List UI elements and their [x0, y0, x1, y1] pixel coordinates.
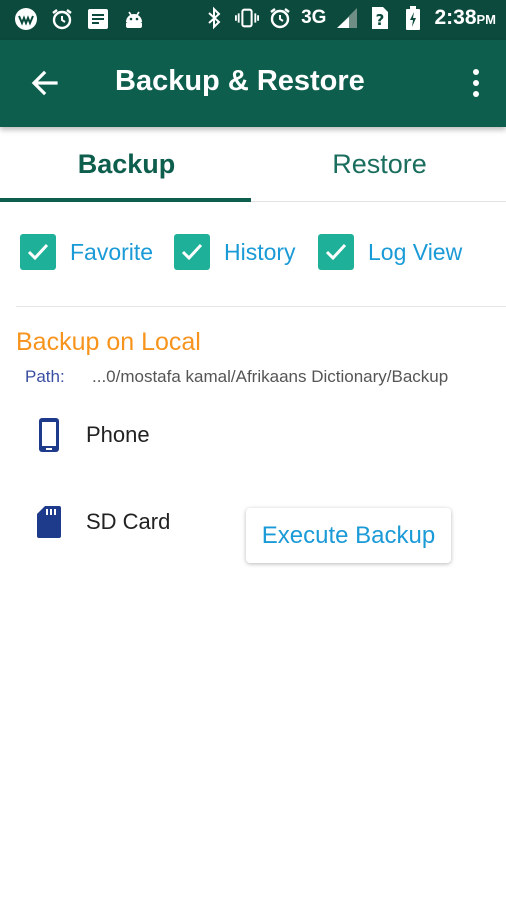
- storage-sd-card[interactable]: SD Card: [36, 504, 170, 540]
- section-title: Backup on Local: [16, 328, 201, 356]
- storage-label: Phone: [86, 422, 150, 447]
- backup-options: Favorite History Log View: [0, 234, 506, 274]
- overflow-menu-icon[interactable]: [468, 66, 484, 100]
- checkbox-checked-icon[interactable]: [174, 234, 210, 270]
- vibrate-icon: [235, 6, 260, 30]
- page-title: Backup & Restore: [115, 65, 365, 97]
- option-log-view[interactable]: Log View: [318, 234, 462, 270]
- alarm-icon: [50, 7, 74, 31]
- storage-label: SD Card: [86, 509, 171, 534]
- android-icon: [122, 7, 146, 31]
- battery-icon: [401, 6, 425, 30]
- phone-icon: [36, 417, 62, 453]
- option-label: Favorite: [70, 238, 154, 265]
- status-bar: 3G ? 2:38PM: [0, 0, 506, 40]
- sd-card-icon: [36, 504, 62, 540]
- option-history[interactable]: History: [174, 234, 296, 270]
- back-arrow-icon[interactable]: [28, 66, 62, 100]
- app-logo-icon: [14, 7, 38, 31]
- option-favorite[interactable]: Favorite: [20, 234, 153, 270]
- divider: [16, 306, 506, 307]
- clock: 2:38PM: [434, 6, 496, 29]
- app-bar: Backup & Restore: [0, 40, 506, 127]
- tab-restore[interactable]: Restore: [253, 127, 506, 202]
- option-label: Log View: [368, 238, 463, 265]
- signal-icon: [335, 6, 359, 30]
- alarm-icon: [268, 6, 292, 30]
- unknown-sim-icon: ?: [368, 6, 392, 30]
- path-label: Path:: [25, 367, 65, 386]
- tab-bar: Backup Restore: [0, 127, 506, 202]
- tab-indicator: [0, 198, 251, 202]
- execute-backup-button[interactable]: Execute Backup: [246, 508, 451, 563]
- option-label: History: [224, 238, 296, 265]
- network-type: 3G: [301, 7, 327, 28]
- notes-icon: [86, 7, 110, 31]
- bluetooth-icon: [202, 6, 226, 30]
- checkbox-checked-icon[interactable]: [20, 234, 56, 270]
- path-value: ...0/mostafa kamal/Afrikaans Dictionary/…: [92, 367, 449, 386]
- tab-backup[interactable]: Backup: [0, 127, 253, 202]
- storage-phone[interactable]: Phone: [36, 417, 150, 453]
- svg-text:?: ?: [376, 11, 385, 29]
- checkbox-checked-icon[interactable]: [318, 234, 354, 270]
